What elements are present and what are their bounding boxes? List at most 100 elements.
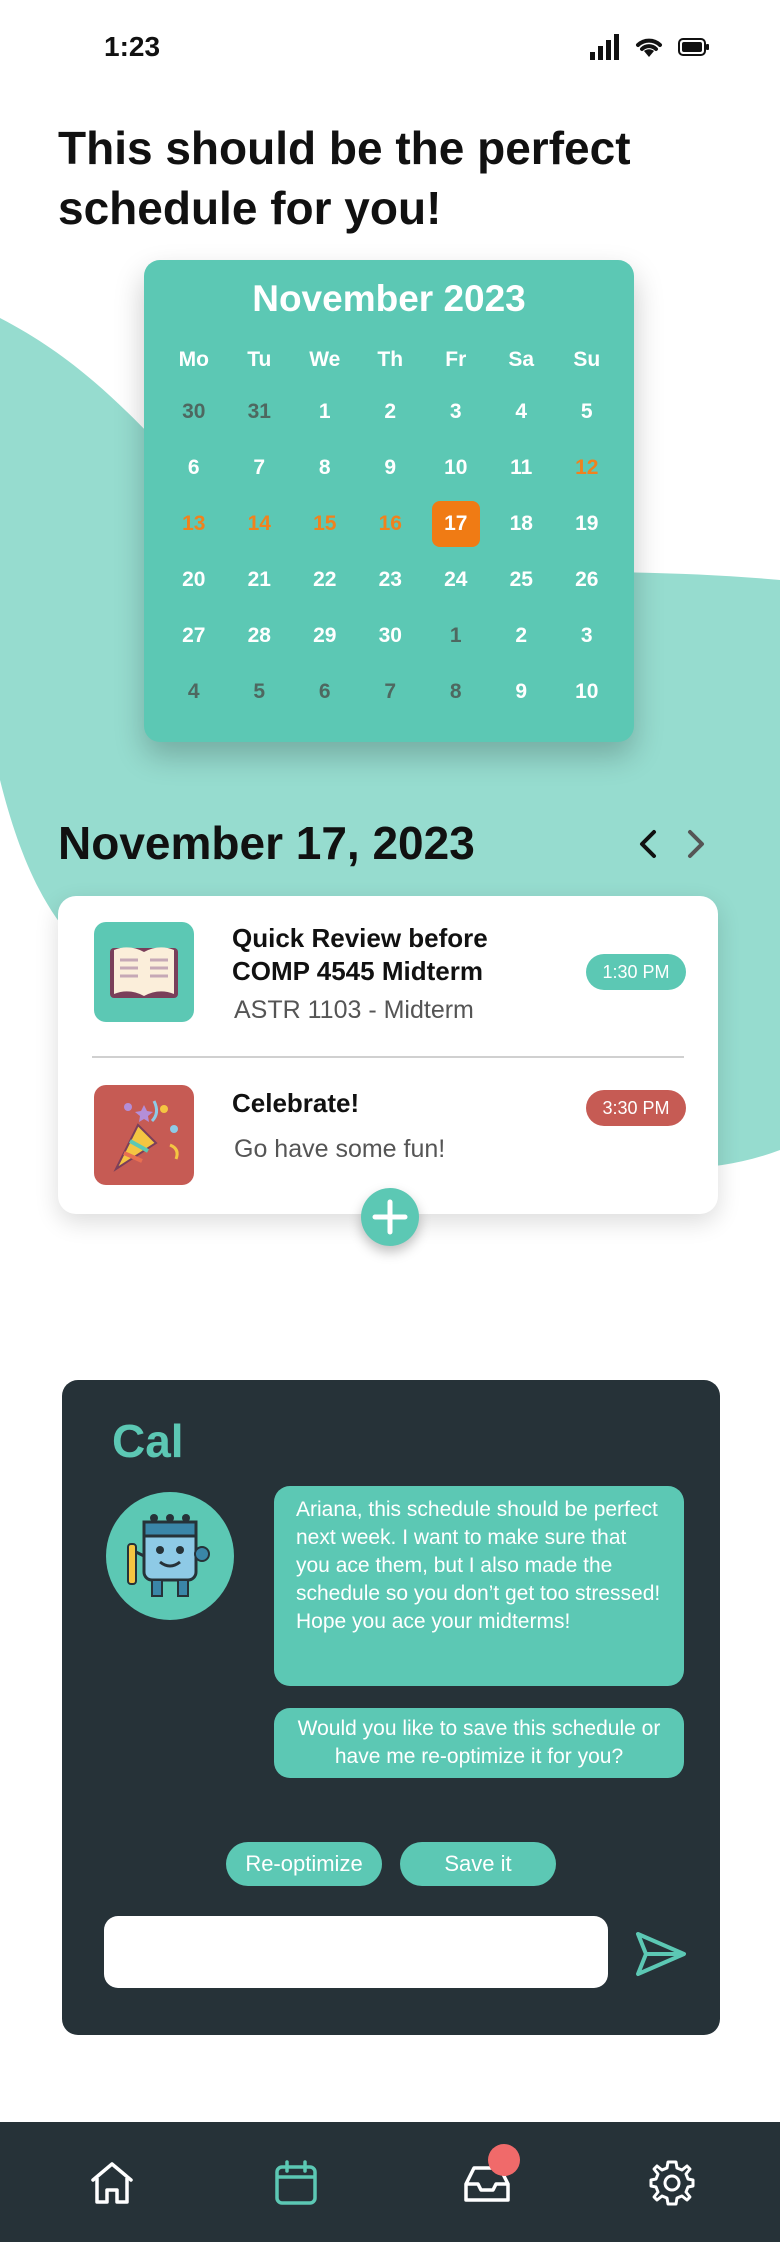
reoptimize-button[interactable]: Re-optimize — [226, 1842, 382, 1886]
calendar-day[interactable]: 2 — [489, 624, 555, 648]
calendar-day-number: 8 — [449, 680, 462, 703]
calendar-day-number: 13 — [182, 512, 206, 535]
calendar-day-number: 10 — [444, 456, 468, 479]
status-time: 1:23 — [104, 31, 161, 62]
calendar-day[interactable]: 30 — [358, 624, 424, 648]
calendar-robot-icon — [106, 1492, 234, 1620]
calendar-day[interactable]: 27 — [161, 624, 227, 648]
calendar-day[interactable]: 1 — [423, 624, 489, 648]
calendar-day[interactable]: 8 — [423, 680, 489, 704]
event-time-badge: 3:30 PM — [586, 1090, 686, 1126]
save-button[interactable]: Save it — [400, 1842, 556, 1886]
event-item[interactable]: Quick Review before COMP 4545 Midterm AS… — [58, 896, 718, 1055]
calendar-day[interactable]: 21 — [227, 568, 293, 592]
calendar-day-selected: 17 — [431, 501, 480, 547]
calendar-day[interactable]: 8 — [292, 456, 358, 480]
calendar-day[interactable]: 4 — [161, 680, 227, 704]
calendar-day[interactable]: 26 — [554, 568, 620, 592]
calendar-day[interactable]: 13 — [161, 512, 227, 536]
calendar-day[interactable]: 5 — [227, 680, 293, 704]
send-icon[interactable] — [632, 1928, 690, 1980]
signal-icon — [590, 34, 619, 60]
gear-icon[interactable] — [647, 2158, 697, 2208]
calendar-day-number: 4 — [515, 400, 528, 423]
calendar-day[interactable]: 9 — [489, 680, 555, 704]
calendar-day[interactable]: 20 — [161, 568, 227, 592]
assistant-message: Ariana, this schedule should be perfect … — [274, 1486, 684, 1686]
calendar-day[interactable]: 10 — [423, 456, 489, 480]
calendar-weekday-label: Fr — [445, 348, 467, 371]
calendar-day-number: 6 — [187, 456, 200, 479]
calendar-week-row: 13 14 15 16 17 18 19 — [144, 496, 634, 552]
calendar-weekday-label: Tu — [247, 348, 272, 371]
calendar-day[interactable]: 22 — [292, 568, 358, 592]
calendar-day[interactable]: 10 — [554, 680, 620, 704]
calendar-day-number: 3 — [580, 624, 593, 647]
calendar-day[interactable]: 2 — [358, 400, 424, 424]
calendar-weekday-label: Th — [377, 348, 404, 371]
calendar-day[interactable]: 14 — [227, 512, 293, 536]
calendar-day-number: 11 — [510, 456, 533, 479]
chat-input[interactable] — [104, 1916, 608, 1988]
calendar-day[interactable]: 7 — [358, 680, 424, 704]
calendar-day-number: 19 — [575, 512, 599, 535]
calendar-day[interactable]: 31 — [227, 400, 293, 424]
calendar-day[interactable]: 6 — [292, 680, 358, 704]
calendar-day[interactable]: 30 — [161, 400, 227, 424]
calendar-day-number: 7 — [384, 680, 397, 703]
calendar-day[interactable]: 3 — [423, 400, 489, 424]
calendar-day[interactable]: 15 — [292, 512, 358, 536]
calendar-day[interactable]: 16 — [358, 512, 424, 536]
calendar-day[interactable]: 6 — [161, 456, 227, 480]
calendar-day-number: 2 — [384, 400, 397, 423]
calendar-grid: Mo Tu We Th Fr Sa Su 30 31 1 2 3 4 5 6 7 8 9 10 11 12 13 14 15 1… — [144, 336, 634, 720]
calendar-day-number: 31 — [247, 400, 271, 423]
calendar-day[interactable]: 3 — [554, 624, 620, 648]
calendar-day[interactable]: 24 — [423, 568, 489, 592]
assistant-name: Cal — [112, 1415, 184, 1467]
assistant-message: Would you like to save this schedule or … — [274, 1708, 684, 1778]
calendar-day-number: 16 — [378, 512, 402, 535]
calendar-day-number: 1 — [318, 400, 331, 423]
battery-icon — [678, 38, 709, 56]
calendar-day[interactable]: 11 — [489, 456, 555, 480]
calendar-day-number: 2 — [515, 624, 528, 647]
event-title: Quick Review before COMP 4545 Midterm — [232, 923, 488, 986]
calendar-day[interactable]: 5 — [554, 400, 620, 424]
calendar-day[interactable]: 1 — [292, 400, 358, 424]
calendar-day-number: 12 — [575, 456, 599, 479]
calendar-day-number: 10 — [575, 680, 599, 703]
calendar-day[interactable]: 4 — [489, 400, 555, 424]
calendar-day[interactable]: 25 — [489, 568, 555, 592]
calendar-weekday-label: Su — [573, 348, 601, 371]
party-popper-icon — [94, 1085, 194, 1185]
wifi-icon — [636, 38, 662, 57]
calendar-icon[interactable] — [271, 2158, 321, 2208]
calendar-day[interactable]: 28 — [227, 624, 293, 648]
calendar-day-number: 7 — [253, 456, 266, 479]
calendar-day[interactable]: 9 — [358, 456, 424, 480]
chevron-left-icon[interactable] — [634, 826, 662, 862]
events-card: Quick Review before COMP 4545 Midterm AS… — [58, 896, 718, 1214]
assistant-panel: Cal Ariana, this schedule should be perf… — [62, 1380, 720, 2035]
calendar-day[interactable]: 23 — [358, 568, 424, 592]
calendar-day[interactable]: 12 — [554, 456, 620, 480]
calendar-day[interactable]: 19 — [554, 512, 620, 536]
calendar-day-number: 5 — [580, 400, 593, 423]
status-icons — [590, 34, 710, 60]
calendar-day[interactable]: 17 — [423, 501, 489, 547]
add-event-button[interactable] — [361, 1188, 419, 1246]
calendar-day-number: 5 — [253, 680, 266, 703]
calendar-day-number: 30 — [182, 400, 206, 423]
calendar-day[interactable]: 18 — [489, 512, 555, 536]
calendar-day-number: 29 — [313, 624, 337, 647]
calendar-day-number: 30 — [378, 624, 402, 647]
calendar-day[interactable]: 29 — [292, 624, 358, 648]
home-icon[interactable] — [87, 2158, 137, 2208]
calendar-day-number: 9 — [384, 456, 397, 479]
calendar-week-row: 4 5 6 7 8 9 10 — [144, 664, 634, 720]
event-title: Celebrate! — [232, 1088, 360, 1118]
chevron-right-icon[interactable] — [682, 826, 710, 862]
calendar-day-number: 21 — [247, 568, 271, 591]
calendar-day[interactable]: 7 — [227, 456, 293, 480]
